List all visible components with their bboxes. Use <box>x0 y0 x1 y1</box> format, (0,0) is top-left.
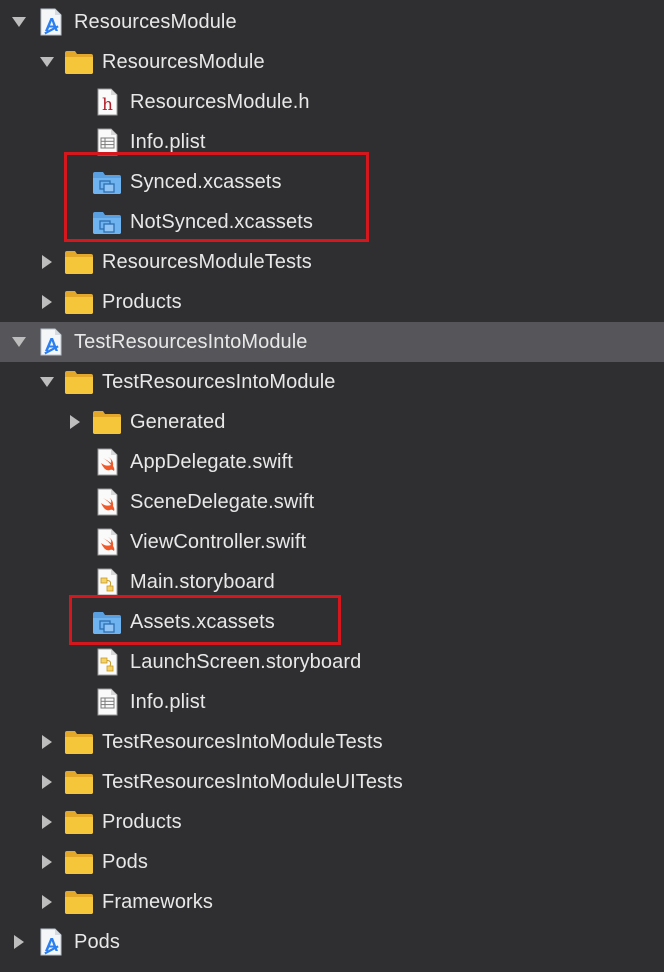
storyboard-file-icon <box>92 648 122 676</box>
tree-row-label: Main.storyboard <box>130 571 275 593</box>
tree-row-group[interactable]: ResourcesModule <box>0 42 664 82</box>
tree-row-file[interactable]: h ResourcesModule.h <box>0 82 664 122</box>
tree-row-file[interactable]: Synced.xcassets <box>0 162 664 202</box>
tree-row-label: ResourcesModuleTests <box>102 251 312 273</box>
tree-row-label: Info.plist <box>130 131 206 153</box>
folder-icon <box>64 48 94 76</box>
tree-row-label: Frameworks <box>102 891 214 913</box>
disclosure-expanded-icon[interactable] <box>11 14 27 30</box>
disclosure-collapsed-icon[interactable] <box>67 414 83 430</box>
tree-row-label: ResourcesModule <box>74 11 237 33</box>
tree-row-file[interactable]: Info.plist <box>0 122 664 162</box>
project-navigator: ResourcesModule ResourcesModule h Resour… <box>0 0 664 972</box>
header-file-icon: h <box>92 88 122 116</box>
tree-row-label: Products <box>102 811 182 833</box>
tree-row-group[interactable]: TestResourcesIntoModule <box>0 362 664 402</box>
folder-icon <box>64 848 94 876</box>
folder-icon <box>64 768 94 796</box>
tree-row-group[interactable]: Products <box>0 282 664 322</box>
disclosure-expanded-icon[interactable] <box>39 54 55 70</box>
disclosure-collapsed-icon[interactable] <box>39 294 55 310</box>
tree-row-file[interactable]: AppDelegate.swift <box>0 442 664 482</box>
tree-row-label: Generated <box>130 411 226 433</box>
tree-row-label: SceneDelegate.swift <box>130 491 315 513</box>
xcode-project-icon <box>36 328 66 356</box>
folder-icon <box>64 888 94 916</box>
folder-icon <box>64 368 94 396</box>
folder-icon <box>92 408 122 436</box>
storyboard-file-icon <box>92 568 122 596</box>
tree-row-label: Assets.xcassets <box>130 611 275 633</box>
tree-row-label: Info.plist <box>130 691 206 713</box>
folder-icon <box>64 808 94 836</box>
tree-row-group[interactable]: Products <box>0 802 664 842</box>
disclosure-collapsed-icon[interactable] <box>39 734 55 750</box>
tree-row-group[interactable]: Generated <box>0 402 664 442</box>
plist-file-icon <box>92 128 122 156</box>
tree-row-file[interactable]: NotSynced.xcassets <box>0 202 664 242</box>
tree-row-file[interactable]: Assets.xcassets <box>0 602 664 642</box>
disclosure-collapsed-icon[interactable] <box>39 814 55 830</box>
tree-row-label: ResourcesModule.h <box>130 91 310 113</box>
folder-icon <box>64 248 94 276</box>
tree-row-file[interactable]: ViewController.swift <box>0 522 664 562</box>
xcode-project-icon <box>36 8 66 36</box>
asset-catalog-icon <box>92 208 122 236</box>
tree-row-label: TestResourcesIntoModuleUITests <box>102 771 403 793</box>
tree-row-file[interactable]: SceneDelegate.swift <box>0 482 664 522</box>
plist-file-icon <box>92 688 122 716</box>
tree-row-file[interactable]: LaunchScreen.storyboard <box>0 642 664 682</box>
tree-row-project-selected[interactable]: TestResourcesIntoModule <box>0 322 664 362</box>
tree-row-label: Pods <box>74 931 120 953</box>
swift-file-icon <box>92 488 122 516</box>
tree-row-label: LaunchScreen.storyboard <box>130 651 362 673</box>
disclosure-collapsed-icon[interactable] <box>39 254 55 270</box>
disclosure-collapsed-icon[interactable] <box>11 934 27 950</box>
tree-row-project[interactable]: Pods <box>0 922 664 962</box>
tree-row-label: Products <box>102 291 182 313</box>
folder-icon <box>64 288 94 316</box>
tree-row-label: AppDelegate.swift <box>130 451 293 473</box>
disclosure-collapsed-icon[interactable] <box>39 894 55 910</box>
disclosure-expanded-icon[interactable] <box>11 334 27 350</box>
svg-text:h: h <box>102 95 113 115</box>
tree-row-label: TestResourcesIntoModuleTests <box>102 731 383 753</box>
disclosure-collapsed-icon[interactable] <box>39 774 55 790</box>
tree-row-label: NotSynced.xcassets <box>130 211 313 233</box>
tree-row-group[interactable]: TestResourcesIntoModuleTests <box>0 722 664 762</box>
disclosure-collapsed-icon[interactable] <box>39 854 55 870</box>
tree-row-group[interactable]: Pods <box>0 842 664 882</box>
tree-row-group[interactable]: ResourcesModuleTests <box>0 242 664 282</box>
folder-icon <box>64 728 94 756</box>
tree-row-label: TestResourcesIntoModule <box>74 331 308 353</box>
tree-row-group[interactable]: TestResourcesIntoModuleUITests <box>0 762 664 802</box>
tree-row-label: ViewController.swift <box>130 531 307 553</box>
asset-catalog-icon <box>92 608 122 636</box>
tree-row-label: ResourcesModule <box>102 51 265 73</box>
tree-row-label: TestResourcesIntoModule <box>102 371 336 393</box>
tree-row-label: Synced.xcassets <box>130 171 282 193</box>
disclosure-expanded-icon[interactable] <box>39 374 55 390</box>
tree-row-project[interactable]: ResourcesModule <box>0 2 664 42</box>
tree-row-file[interactable]: Info.plist <box>0 682 664 722</box>
xcode-project-icon <box>36 928 66 956</box>
swift-file-icon <box>92 448 122 476</box>
tree-row-group[interactable]: Frameworks <box>0 882 664 922</box>
swift-file-icon <box>92 528 122 556</box>
asset-catalog-icon <box>92 168 122 196</box>
tree-row-label: Pods <box>102 851 148 873</box>
tree-row-file[interactable]: Main.storyboard <box>0 562 664 602</box>
